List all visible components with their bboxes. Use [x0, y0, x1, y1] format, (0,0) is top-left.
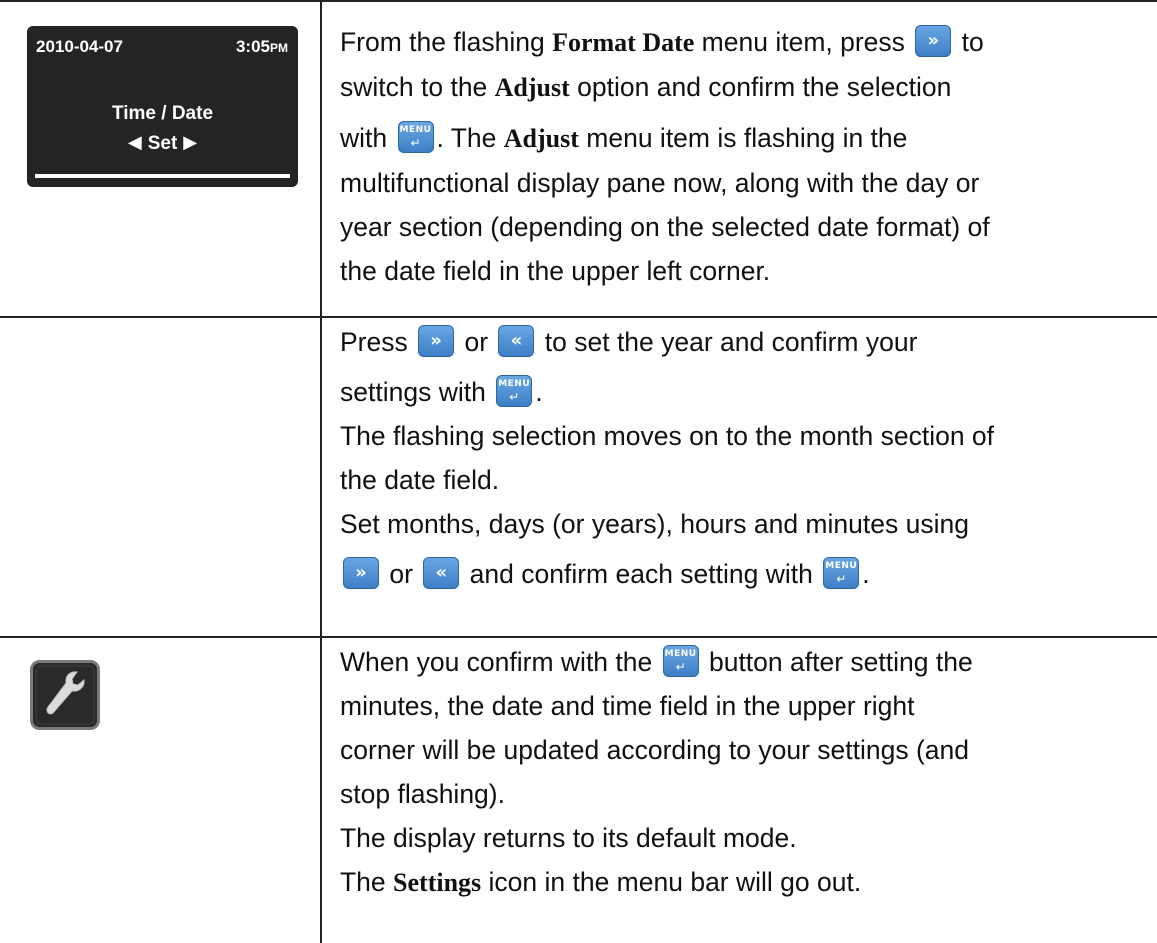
row2-line: » or « and confirm each setting with MEN… [340, 552, 1140, 596]
enter-arrow: ↵ [410, 136, 421, 150]
display-date: 2010-04-07 [36, 37, 123, 56]
chevron-left-icon: « [423, 557, 460, 589]
row1-line: year section (depending on the selected … [340, 212, 990, 242]
enter-arrow: ↵ [836, 572, 847, 586]
row1-text: option and confirm the selection [569, 72, 952, 102]
row1-line: switch to the Adjust option and confirm … [340, 65, 1140, 110]
row1-text: . The [436, 123, 504, 153]
enter-arrow: ↵ [675, 660, 686, 674]
row3-text: icon in the menu bar will go out. [481, 867, 862, 897]
chevron-left-icon: « [498, 325, 535, 357]
row1-line: multifunctional display pane now, along … [340, 168, 980, 198]
row2-text: . [862, 559, 870, 589]
row2-instructions: Press » or « to set the year and confirm… [340, 320, 1140, 596]
row2-text: and confirm each setting with [462, 559, 821, 589]
menu-enter-icon: MENU ↵ [496, 375, 533, 407]
row3-text: When you confirm with the [340, 647, 660, 677]
row3-line: When you confirm with the MENU ↵ button a… [340, 640, 1140, 684]
display-time-value: 3:05 [235, 37, 270, 56]
row2-text: Press [340, 327, 416, 357]
row2-line: The flashing selection moves on to the m… [340, 421, 995, 451]
row1-text: switch to the [340, 72, 495, 102]
row-divider-2 [0, 636, 1157, 638]
menu-label: MENU [399, 125, 432, 135]
table-top-border [0, 0, 1157, 2]
display-bottom-bar [35, 174, 290, 178]
chevron-right-icon: » [915, 25, 952, 57]
row1-text: menu item is flashing in the [578, 123, 908, 153]
display-option: Set [147, 133, 178, 154]
keyword-settings: Settings [393, 868, 482, 897]
display-option-row: ◀ Set ▶ [27, 132, 298, 155]
chevron-right-icon: » [343, 557, 379, 589]
display-time: 3:05PM [236, 37, 288, 57]
menu-enter-icon: MENU ↵ [397, 121, 434, 153]
instruction-table: 2010-04-07 3:05PM Time / Date ◀ Set ▶ From… [0, 0, 1157, 943]
keyword-adjust: Adjust [503, 124, 579, 153]
menu-enter-icon: MENU ↵ [662, 645, 699, 677]
triangle-left-icon: ◀ [127, 132, 142, 153]
row2-line: the date field. [340, 465, 500, 495]
row3-line: The Settings icon in the menu bar will g… [340, 860, 1140, 905]
row3-line: minutes, the date and time field in the … [340, 691, 915, 721]
enter-arrow: ↵ [509, 390, 520, 404]
display-time-suffix: PM [270, 41, 288, 55]
menu-enter-icon: MENU ↵ [823, 557, 860, 589]
wrench-icon [30, 660, 100, 730]
row-divider-1 [0, 316, 1157, 318]
row1-text: with [340, 123, 395, 153]
row3-instructions: When you confirm with the MENU ↵ button a… [340, 640, 1140, 905]
chevron-right-icon: » [418, 325, 455, 357]
menu-label: MENU [664, 649, 697, 659]
menu-label: MENU [825, 561, 858, 571]
row2-text: to set the year and confirm your [537, 327, 918, 357]
column-divider [320, 0, 322, 943]
row3-line: stop flashing). [340, 779, 505, 809]
row1-line: the date field in the upper left corner. [340, 256, 771, 286]
row1-instructions: From the flashing Format Date menu item,… [340, 20, 1140, 293]
display-menu-title: Time / Date [111, 103, 214, 124]
menu-label: MENU [498, 379, 531, 389]
triangle-right-icon: ▶ [183, 132, 198, 153]
keyword-adjust: Adjust [494, 73, 570, 102]
row3-text: button after setting the [701, 647, 973, 677]
row2-line: Press » or « to set the year and confirm… [340, 320, 1140, 364]
row3-line: The display returns to its default mode. [340, 823, 797, 853]
row1-line: From the flashing Format Date menu item,… [340, 20, 1140, 65]
row3-line: corner will be updated according to your… [340, 735, 969, 765]
keyword-format-date: Format Date [552, 28, 695, 57]
device-display: 2010-04-07 3:05PM Time / Date ◀ Set ▶ [27, 26, 298, 187]
row2-text: settings with [340, 377, 494, 407]
row2-line: settings with MENU ↵. [340, 370, 1140, 414]
row2-text: or [457, 327, 496, 357]
row2-line: Set months, days (or years), hours and m… [340, 509, 969, 539]
row2-text: . [535, 377, 543, 407]
row2-text: or [382, 559, 421, 589]
row1-line: with MENU ↵. The Adjust menu item is flas… [340, 116, 1140, 161]
row3-text: The [340, 867, 394, 897]
row1-text: menu item, press [694, 27, 913, 57]
row1-text: to [954, 27, 984, 57]
row1-text: From the flashing [340, 27, 553, 57]
